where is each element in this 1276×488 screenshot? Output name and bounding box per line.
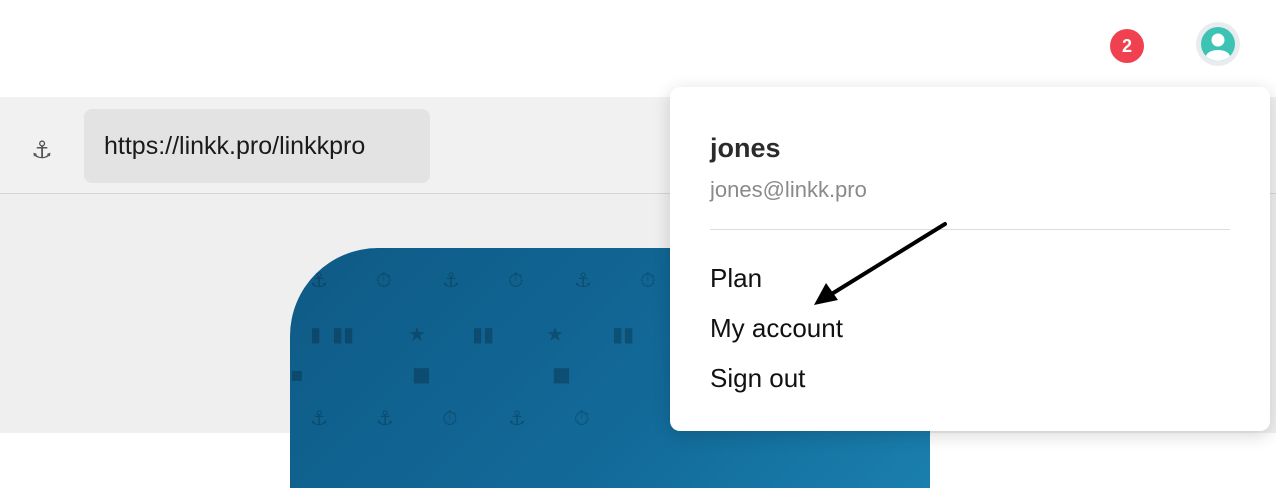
menu-item-sign-out[interactable]: Sign out: [710, 363, 805, 394]
menu-item-plan[interactable]: Plan: [710, 263, 762, 294]
user-avatar-button[interactable]: [1196, 22, 1240, 66]
notification-badge[interactable]: 2: [1110, 29, 1144, 63]
menu-item-my-account[interactable]: My account: [710, 313, 843, 344]
anchor-icon[interactable]: ⚓: [22, 133, 62, 167]
dropdown-user-name: jones: [710, 133, 781, 163]
top-bar: 2: [0, 0, 1276, 97]
dropdown-divider: [710, 229, 1230, 230]
account-dropdown-menu: jones jones@linkk.pro Plan My account Si…: [670, 87, 1270, 431]
user-avatar-icon: [1201, 27, 1235, 61]
url-field[interactable]: https://linkk.pro/linkkpro: [84, 109, 430, 183]
dropdown-user-email: jones@linkk.pro: [710, 177, 867, 202]
